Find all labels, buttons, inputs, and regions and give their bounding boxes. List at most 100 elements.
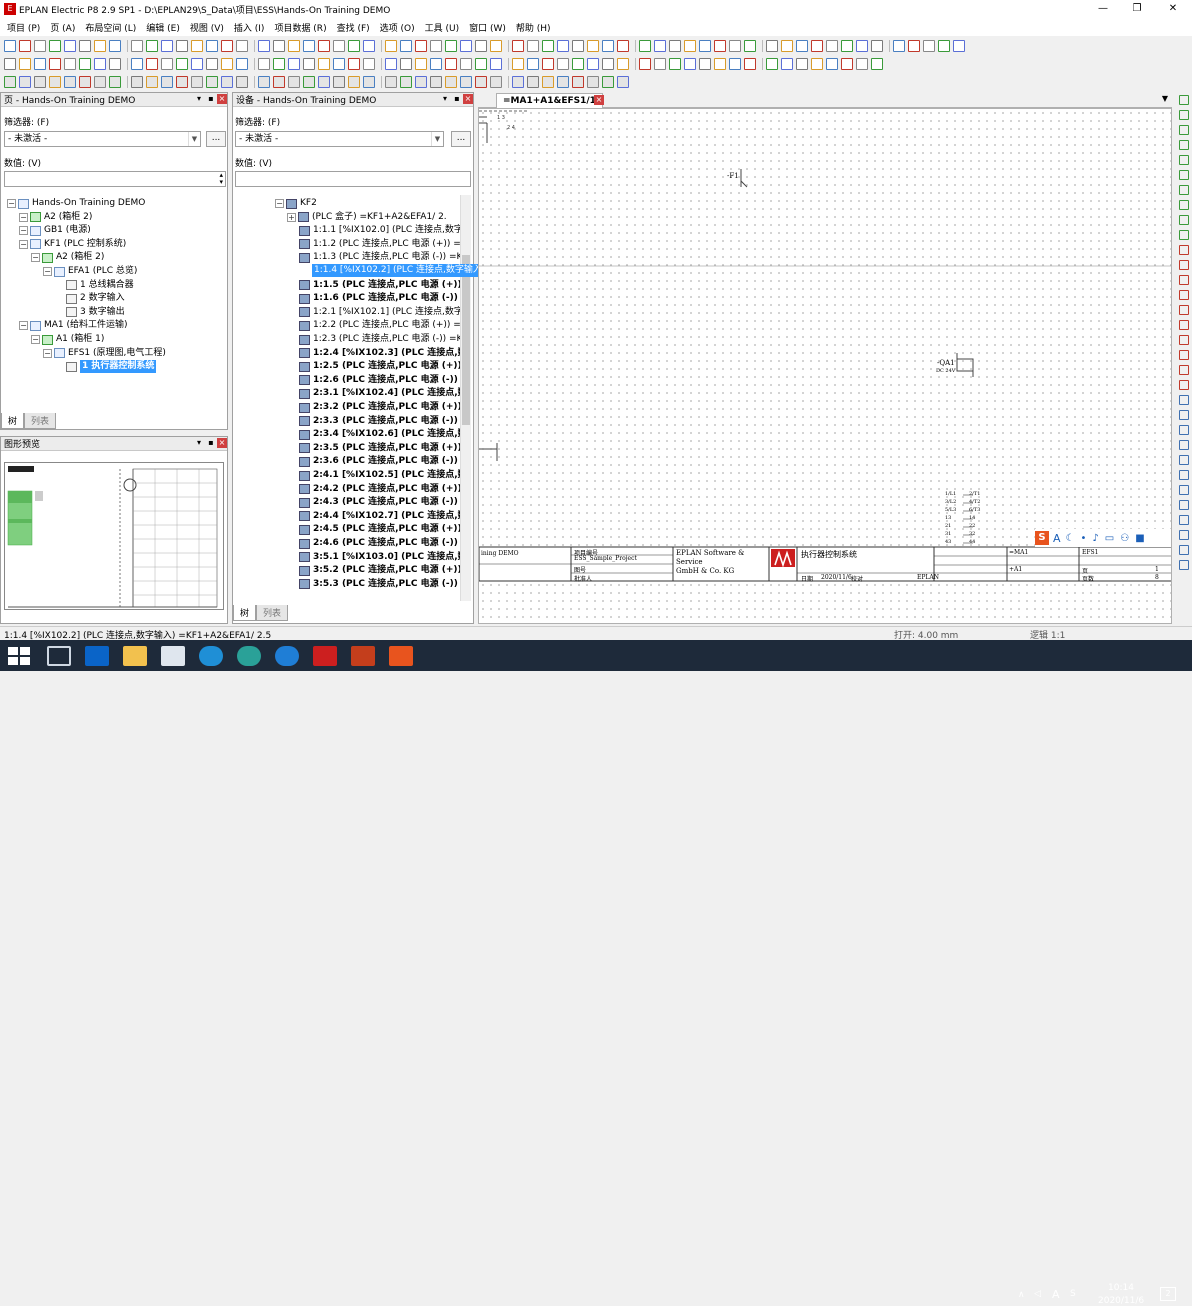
toolbar-button-icon[interactable] <box>94 40 106 52</box>
panel-dropdown-icon[interactable]: ▾ <box>194 438 204 448</box>
clock-time[interactable]: 10:14 <box>1108 1283 1134 1293</box>
menu-layout-space[interactable]: 布局空间 (L) <box>80 21 141 34</box>
windows-start-icon[interactable] <box>8 646 30 665</box>
speaker-icon[interactable]: ◁ <box>1034 1289 1041 1299</box>
toolbar-button-icon[interactable] <box>19 76 31 88</box>
device-tree-node[interactable]: 2:4.3 (PLC 连接点,PLC 电源 (-)) = <box>299 496 461 509</box>
toolbar-button-icon[interactable] <box>191 58 203 70</box>
toolbar-button-icon[interactable] <box>572 76 584 88</box>
f1-label[interactable]: -F1 <box>727 172 739 180</box>
toolbar-button-icon[interactable] <box>856 58 868 70</box>
toolbar-button-icon[interactable] <box>445 40 457 52</box>
scrollbar-thumb[interactable] <box>462 255 470 425</box>
toolbar-button-icon[interactable] <box>236 76 248 88</box>
menu-page[interactable]: 页 (A) <box>45 21 80 34</box>
menu-tools[interactable]: 工具 (U) <box>420 21 464 34</box>
drawing-tool-icon[interactable] <box>1179 410 1189 420</box>
toolbar-button-icon[interactable] <box>288 40 300 52</box>
toolbox-icon[interactable]: ■ <box>1135 533 1144 544</box>
toolbar-button-icon[interactable] <box>811 58 823 70</box>
device-tree-node[interactable]: 1:2.4 [%IX102.3] (PLC 连接点,数' <box>299 347 461 360</box>
skin-icon[interactable]: ⚇ <box>1120 533 1129 544</box>
toolbar-button-icon[interactable] <box>348 76 360 88</box>
device-tree-node[interactable]: 3:5.3 (PLC 连接点,PLC 电源 (-)) = <box>299 578 461 591</box>
toolbar-button-icon[interactable] <box>19 40 31 52</box>
toolbar-button-icon[interactable] <box>4 40 16 52</box>
menu-project-data[interactable]: 项目数据 (R) <box>269 21 331 34</box>
device-tree-scrollbar[interactable] <box>460 195 471 601</box>
toolbar-button-icon[interactable] <box>445 76 457 88</box>
device-tree-node[interactable]: 1:2.6 (PLC 连接点,PLC 电源 (-)) = <box>299 374 461 387</box>
toolbar-button-icon[interactable] <box>206 40 218 52</box>
toolbar-button-icon[interactable] <box>385 40 397 52</box>
device-tree-node[interactable]: 3:5.2 (PLC 连接点,PLC 电源 (+)) = <box>299 564 461 577</box>
toolbar-button-icon[interactable] <box>273 40 285 52</box>
tab-tree[interactable]: 树 <box>233 605 257 621</box>
toolbar-button-icon[interactable] <box>617 58 629 70</box>
toolbar-button-icon[interactable] <box>64 40 76 52</box>
toolbar-button-icon[interactable] <box>146 40 158 52</box>
collapse-icon[interactable]: − <box>31 335 40 344</box>
expand-icon[interactable]: + <box>287 212 296 222</box>
toolbar-button-icon[interactable] <box>273 76 285 88</box>
toolbar-button-icon[interactable] <box>557 76 569 88</box>
drawing-tool-icon[interactable] <box>1179 245 1189 255</box>
page-tree-node[interactable]: 2 数字输入 <box>55 292 125 305</box>
drawing-tool-icon[interactable] <box>1179 530 1189 540</box>
drawing-tool-icon[interactable] <box>1179 365 1189 375</box>
toolbar-button-icon[interactable] <box>781 40 793 52</box>
close-button[interactable]: ✕ <box>1156 0 1190 18</box>
page-tree-node[interactable]: 1 执行器控制系统 <box>55 360 157 374</box>
toolbar-button-icon[interactable] <box>490 40 502 52</box>
drawing-tool-icon[interactable] <box>1179 320 1189 330</box>
toolbar-button-icon[interactable] <box>273 58 285 70</box>
toolbar-button-icon[interactable] <box>318 40 330 52</box>
device-tree-node[interactable]: 1:2.3 (PLC 连接点,PLC 电源 (-)) =K <box>299 333 461 346</box>
toolbar-button-icon[interactable] <box>430 76 442 88</box>
device-tree-node[interactable]: 2:4.1 [%IX102.5] (PLC 连接点,数' <box>299 469 461 482</box>
toolbar-button-icon[interactable] <box>363 40 375 52</box>
close-icon[interactable]: × <box>217 94 227 104</box>
device-tree-node[interactable]: 1:2.1 [%IX102.1] (PLC 连接点,数字 <box>299 306 461 319</box>
toolbar-button-icon[interactable] <box>221 40 233 52</box>
toolbar-button-icon[interactable] <box>475 58 487 70</box>
toolbar-button-icon[interactable] <box>512 58 524 70</box>
toolbar-button-icon[interactable] <box>699 40 711 52</box>
toolbar-button-icon[interactable] <box>587 40 599 52</box>
page-tree-node[interactable]: − KF1 (PLC 控制系统) <box>19 238 126 251</box>
toolbar-button-icon[interactable] <box>512 40 524 52</box>
toolbar-button-icon[interactable] <box>221 76 233 88</box>
toolbar-button-icon[interactable] <box>131 40 143 52</box>
toolbar-button-icon[interactable] <box>490 76 502 88</box>
drawing-tool-icon[interactable] <box>1179 545 1189 555</box>
toolbar-button-icon[interactable] <box>94 58 106 70</box>
toolbar-button-icon[interactable] <box>602 58 614 70</box>
toolbar-button-icon[interactable] <box>146 58 158 70</box>
toolbar-button-icon[interactable] <box>348 58 360 70</box>
drawing-tool-icon[interactable] <box>1179 440 1189 450</box>
toolbar-button-icon[interactable] <box>64 76 76 88</box>
toolbar-button-icon[interactable] <box>856 40 868 52</box>
chrome-icon[interactable] <box>237 645 261 666</box>
tray-ime-label[interactable]: A <box>1052 1288 1060 1301</box>
drawing-tool-icon[interactable] <box>1179 560 1189 570</box>
toolbar-button-icon[interactable] <box>490 58 502 70</box>
device-tree-node[interactable]: 2:4.2 (PLC 连接点,PLC 电源 (+)) = <box>299 483 461 496</box>
toolbar-button-icon[interactable] <box>602 76 614 88</box>
device-tree-node[interactable]: 2:3.4 [%IX102.6] (PLC 连接点,数' <box>299 428 461 441</box>
menu-find[interactable]: 查找 (F) <box>332 21 375 34</box>
toolbar-button-icon[interactable] <box>542 58 554 70</box>
toolbar-button-icon[interactable] <box>191 40 203 52</box>
toolbar-button-icon[interactable] <box>811 40 823 52</box>
toolbar-button-icon[interactable] <box>221 58 233 70</box>
drawing-tool-icon[interactable] <box>1179 290 1189 300</box>
ime-toolbar[interactable]: S A ☾ • ♪ ▭ ⚇ ■ <box>1035 529 1171 547</box>
toolbar-button-icon[interactable] <box>714 58 726 70</box>
toolbar-button-icon[interactable] <box>639 40 651 52</box>
collapse-icon[interactable]: − <box>43 348 52 358</box>
drawing-tool-icon[interactable] <box>1179 110 1189 120</box>
tray-sogou-icon[interactable]: S <box>1070 1289 1076 1299</box>
tab-list[interactable]: 列表 <box>256 605 289 621</box>
collapse-icon[interactable]: − <box>19 226 28 236</box>
powerpoint-icon[interactable] <box>351 645 375 666</box>
